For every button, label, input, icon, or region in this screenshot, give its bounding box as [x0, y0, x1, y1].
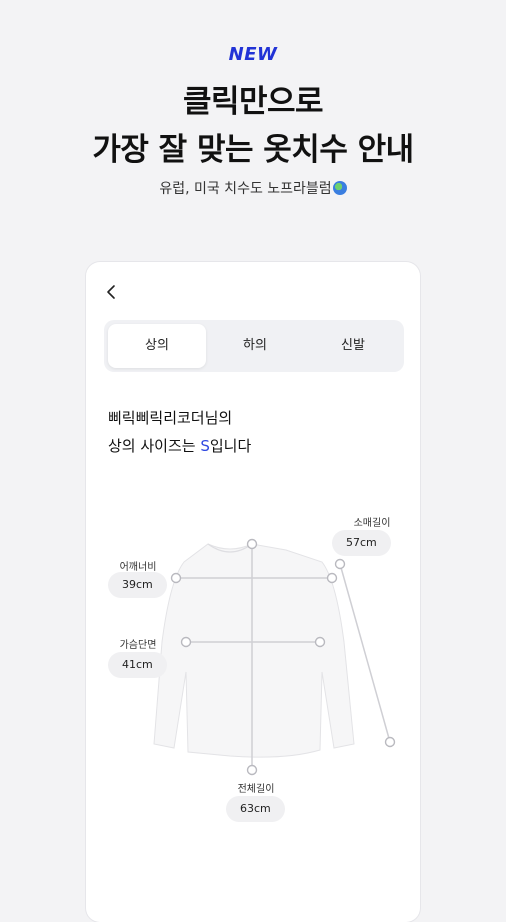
tab-top[interactable]: 상의	[108, 324, 206, 368]
size-message-prefix: 상의 사이즈는	[108, 437, 201, 455]
shoulder-value: 39cm	[108, 572, 167, 598]
chevron-left-icon	[107, 285, 115, 299]
size-message: 삐릭삐릭리코더님의 상의 사이즈는 S입니다	[108, 404, 251, 460]
length-value: 63cm	[226, 796, 285, 822]
globe-icon	[332, 181, 347, 195]
measurement-figure: 소매길이 57cm 어깨너비 39cm 가슴단면 41cm 전체길이 63cm	[86, 518, 420, 852]
shoulder-label: 어깨너비	[119, 562, 157, 573]
size-message-line1: 삐릭삐릭리코더님의	[108, 409, 233, 427]
sleeve-label: 소매길이	[353, 518, 391, 529]
tab-bottom[interactable]: 하의	[206, 324, 304, 368]
size-message-line2: 상의 사이즈는 S입니다	[108, 432, 251, 460]
chest-label: 가슴단면	[119, 640, 157, 651]
hero-subtitle-text: 유럽, 미국 치수도 노프라블럼	[159, 181, 332, 197]
back-button[interactable]	[102, 282, 122, 302]
length-label: 전체길이	[237, 784, 275, 795]
size-value: S	[200, 437, 210, 455]
sleeve-value: 57cm	[332, 530, 391, 556]
new-badge: NEW	[228, 44, 278, 65]
hero-subtitle: 유럽, 미국 치수도 노프라블럼	[0, 178, 506, 198]
category-tabs: 상의 하의 신발	[104, 320, 404, 372]
phone-card: 상의 하의 신발 삐릭삐릭리코더님의 상의 사이즈는 S입니다 소매길이 57c…	[86, 262, 420, 922]
tab-shoes[interactable]: 신발	[304, 324, 402, 368]
size-message-suffix: 입니다	[209, 437, 252, 455]
hero-title-line1: 클릭만으로	[182, 84, 324, 120]
hero-title-line2: 가장 잘 맞는 옷치수 안내	[92, 132, 414, 168]
chest-value: 41cm	[108, 652, 167, 678]
